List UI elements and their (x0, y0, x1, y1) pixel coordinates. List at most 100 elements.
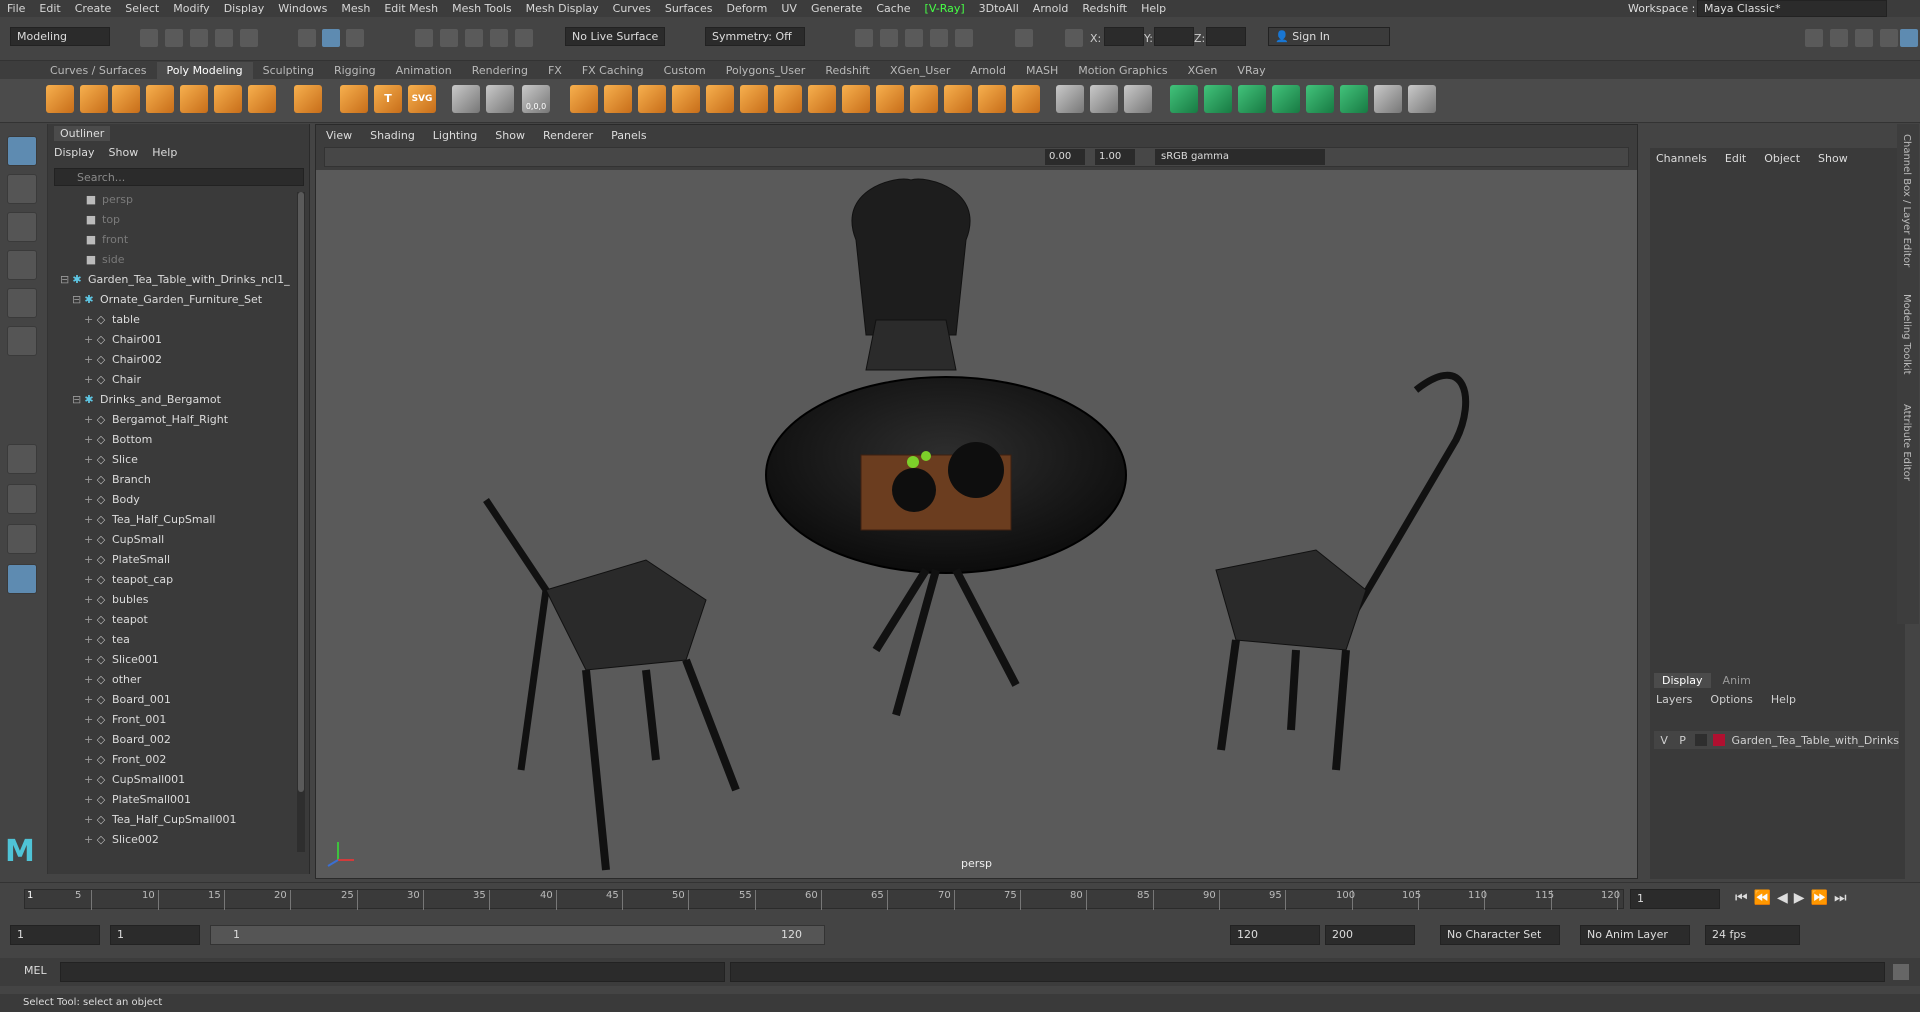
channel-menu-show[interactable]: Show (1818, 152, 1848, 165)
channel-menu-edit[interactable]: Edit (1725, 152, 1746, 165)
menu-3dtoall[interactable]: 3DtoAll (972, 2, 1026, 15)
poly-cone-icon[interactable] (146, 85, 174, 113)
shelf-tab-animation[interactable]: Animation (386, 62, 462, 79)
menu-select[interactable]: Select (118, 2, 166, 15)
shelf-tab-xgen[interactable]: XGen (1178, 62, 1228, 79)
expand-toggle-icon[interactable]: + (84, 370, 94, 390)
append-icon[interactable] (910, 85, 938, 113)
expand-toggle-icon[interactable]: + (84, 310, 94, 330)
poly-cube-icon[interactable] (80, 85, 108, 113)
menu-file[interactable]: File (0, 2, 32, 15)
outliner-row-mesh-item[interactable]: + ◇ table (54, 310, 140, 330)
uv-planar-icon[interactable] (1170, 85, 1198, 113)
shelf-tab-polygons-user[interactable]: Polygons_User (716, 62, 816, 79)
booleans-icon[interactable] (672, 85, 700, 113)
outliner-row-mesh-item[interactable]: + ◇ teapot (54, 610, 148, 630)
menu-help[interactable]: Help (1134, 2, 1173, 15)
toggle-modeling-toolkit-icon[interactable] (1880, 29, 1898, 47)
uv-editor-icon[interactable] (1306, 85, 1334, 113)
outliner-menu-help[interactable]: Help (152, 146, 177, 159)
time-slider-track[interactable]: 5 10 15 20 25 30 35 40 45 50 55 60 65 70 75 80 85 90 95 100… (24, 889, 1624, 910)
uv-cut-icon[interactable] (1374, 85, 1402, 113)
render-current-icon[interactable] (855, 29, 873, 47)
side-tab-modeling-toolkit[interactable]: Modeling Toolkit (1901, 294, 1912, 375)
expand-toggle-icon[interactable]: + (84, 430, 94, 450)
workspace-dropdown[interactable]: Maya Classic* (1697, 0, 1887, 17)
outliner-row-camera-top[interactable]: ■ top (54, 210, 120, 230)
extract-icon[interactable] (638, 85, 666, 113)
pause-icon[interactable] (1015, 29, 1033, 47)
outliner-layout-icon[interactable] (7, 564, 37, 594)
playback-end-field[interactable]: 120 (1230, 925, 1320, 945)
expand-toggle-icon[interactable]: + (84, 610, 94, 630)
shelf-tab-vray[interactable]: VRay (1227, 62, 1275, 79)
menu-windows[interactable]: Windows (271, 2, 334, 15)
outliner-row-mesh-item[interactable]: + ◇ Front_001 (54, 710, 166, 730)
outliner-row-mesh-item[interactable]: + ◇ Branch (54, 470, 151, 490)
menu-arnold[interactable]: Arnold (1026, 2, 1076, 15)
outliner-row-mesh-item[interactable]: + ◇ Tea_Half_CupSmall001 (54, 810, 236, 830)
quadrangulate-icon[interactable] (842, 85, 870, 113)
menu-deform[interactable]: Deform (719, 2, 774, 15)
outliner-scrollbar[interactable] (297, 192, 305, 852)
exposure-field[interactable]: 0.00 (1045, 149, 1085, 165)
uv-layout-icon[interactable] (1340, 85, 1368, 113)
render-settings-icon[interactable] (905, 29, 923, 47)
uv-spherical-icon[interactable] (1238, 85, 1266, 113)
outliner-row-mesh-item[interactable]: + ◇ bubles (54, 590, 149, 610)
poly-plane-icon[interactable] (214, 85, 242, 113)
menu-edit-mesh[interactable]: Edit Mesh (377, 2, 445, 15)
layer-color-swatch[interactable] (1713, 734, 1726, 746)
y-field[interactable] (1154, 27, 1194, 46)
menu-display[interactable]: Display (217, 2, 272, 15)
expand-toggle-icon[interactable]: + (84, 650, 94, 670)
select-tool-icon[interactable] (7, 136, 37, 166)
sign-in-button[interactable]: 👤 Sign In (1268, 27, 1390, 46)
fill-hole-icon[interactable] (876, 85, 904, 113)
edge-loop-icon[interactable] (1090, 85, 1118, 113)
expand-toggle-icon[interactable]: + (84, 450, 94, 470)
expand-toggle-icon[interactable]: + (84, 550, 94, 570)
range-bar[interactable]: 1 120 (210, 925, 825, 945)
render-view-icon[interactable] (955, 29, 973, 47)
viewport-menu-panels[interactable]: Panels (611, 129, 646, 142)
paint-select-icon[interactable] (7, 212, 37, 242)
lasso-tool-icon[interactable] (7, 174, 37, 204)
command-input[interactable] (60, 962, 725, 982)
snap-grid-icon[interactable] (415, 29, 433, 47)
expand-toggle-icon[interactable]: + (84, 730, 94, 750)
layer-type-toggle[interactable] (1694, 734, 1708, 746)
poly-disc-icon[interactable] (248, 85, 276, 113)
platonic-solid-icon[interactable] (294, 85, 322, 113)
expand-toggle-icon[interactable]: ⊟ (72, 290, 82, 310)
select-component-icon[interactable] (346, 29, 364, 47)
move-tool-icon[interactable] (7, 250, 37, 280)
side-tab-attribute-editor[interactable]: Attribute Editor (1901, 404, 1912, 481)
save-scene-icon[interactable] (190, 29, 208, 47)
outliner-row-mesh-item[interactable]: + ◇ other (54, 670, 141, 690)
outliner-row-mesh-item[interactable]: + ◇ Slice002 (54, 830, 159, 850)
menu-mesh[interactable]: Mesh (334, 2, 377, 15)
pivot-icon[interactable] (486, 85, 514, 113)
outliner-row-mesh-item[interactable]: + ◇ Bergamot_Half_Right (54, 410, 228, 430)
menu-mesh-tools[interactable]: Mesh Tools (445, 2, 519, 15)
outliner-row-mesh-item[interactable]: + ◇ Board_001 (54, 690, 171, 710)
anim-end-field[interactable]: 200 (1325, 925, 1415, 945)
four-view-icon[interactable] (7, 484, 37, 514)
outliner-row-mesh-item[interactable]: + ◇ Chair (54, 370, 141, 390)
outliner-row-mesh-item[interactable]: + ◇ CupSmall001 (54, 770, 185, 790)
outliner-row-mesh-item[interactable]: + ◇ PlateSmall (54, 550, 170, 570)
playback-start-field[interactable]: 1 (110, 925, 200, 945)
layer-menu-options[interactable]: Options (1710, 693, 1752, 706)
shelf-tab-sculpting[interactable]: Sculpting (253, 62, 324, 79)
rotate-tool-icon[interactable] (7, 288, 37, 318)
layer-tab-display[interactable]: Display (1654, 673, 1711, 688)
outliner-row-group-furniture-set[interactable]: ⊟ ✱ Ornate_Garden_Furniture_Set (54, 290, 262, 310)
shelf-tab-mash[interactable]: MASH (1016, 62, 1068, 79)
menu-curves[interactable]: Curves (606, 2, 658, 15)
outliner-row-group-root[interactable]: ⊟ ✱ Garden_Tea_Table_with_Drinks_ncl1_ (54, 270, 290, 290)
toggle-channel-box-icon[interactable] (1855, 29, 1873, 47)
expand-toggle-icon[interactable]: + (84, 570, 94, 590)
expand-toggle-icon[interactable]: + (84, 410, 94, 430)
snap-surface-icon[interactable] (515, 29, 533, 47)
